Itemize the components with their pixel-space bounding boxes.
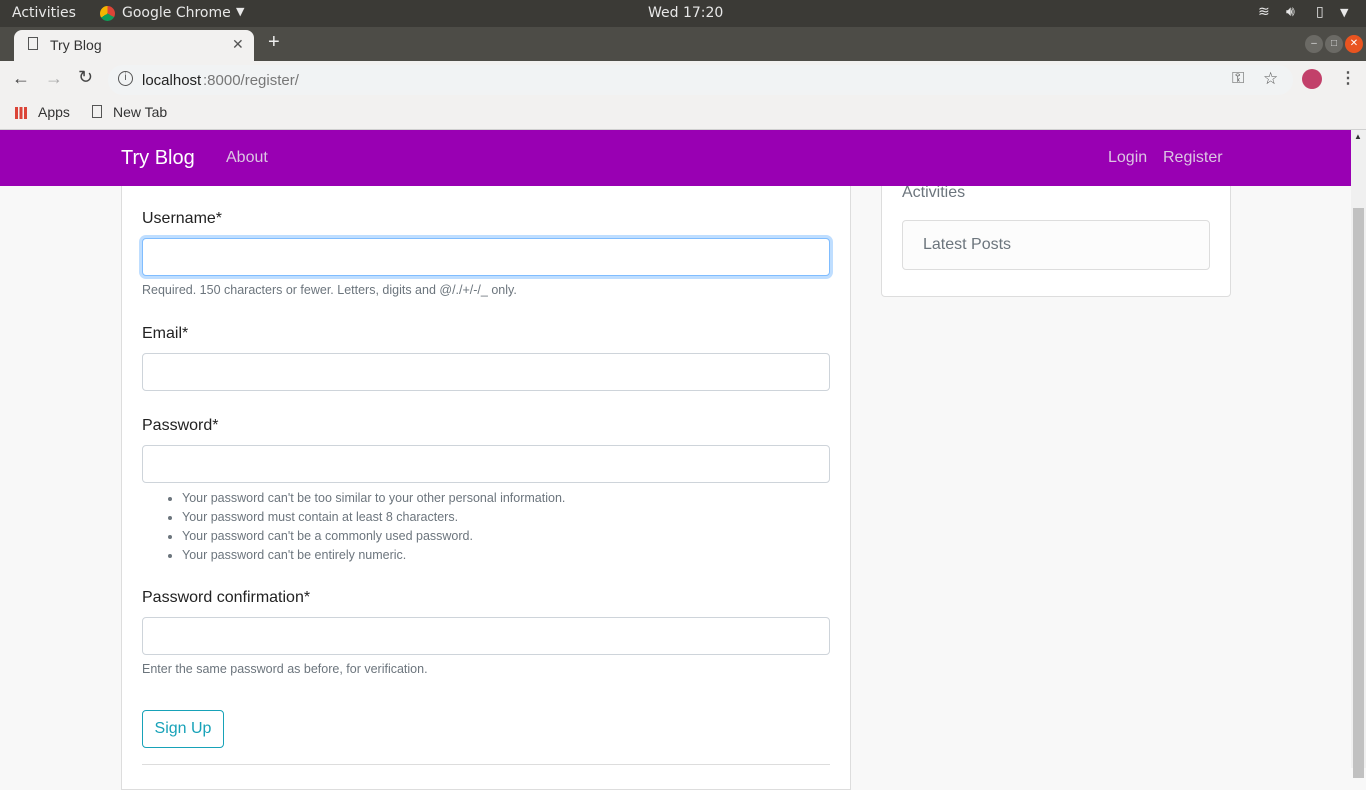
password-confirm-input[interactable] [142,617,830,655]
latest-posts-label: Latest Posts [923,236,1012,253]
back-icon[interactable]: ← [12,68,30,89]
chevron-down-icon: ▼ [236,5,245,18]
site-navbar: Try Blog About Login Register [0,130,1351,186]
forward-icon[interactable]: → [45,68,63,89]
close-tab-icon[interactable]: ✕ [232,36,244,53]
menu-icon[interactable]: ⋮ [1340,68,1356,88]
chrome-icon [100,6,115,21]
nav-about[interactable]: About [226,149,268,167]
clock[interactable]: Wed 17:20 [648,5,723,21]
url-path: :8000/register/ [203,72,299,89]
apps-icon [15,107,27,119]
username-help: Required. 150 characters or fewer. Lette… [142,283,517,297]
close-window-icon[interactable]: ✕ [1345,35,1363,53]
maximize-icon[interactable]: □ [1325,35,1343,53]
system-menu-icon[interactable]: ▼ [1340,6,1348,19]
scrollbar-thumb[interactable] [1353,208,1364,778]
latest-posts-item[interactable]: Latest Posts [902,220,1210,270]
volume-icon[interactable]: 🔊︎ [1286,4,1295,20]
divider [142,764,830,765]
star-icon[interactable]: ☆ [1263,69,1278,89]
battery-icon[interactable]: ▯ [1316,4,1324,20]
info-icon[interactable]: i [118,71,133,86]
wifi-icon[interactable]: ≋ [1258,4,1270,20]
os-top-bar: Activities Google Chrome ▼ Wed 17:20 ≋ 🔊… [0,0,1366,27]
avatar[interactable] [1302,69,1322,89]
tab-strip: Try Blog ✕ + – □ ✕ [0,27,1366,61]
username-input[interactable] [142,238,830,276]
tab-try-blog[interactable]: Try Blog ✕ [14,30,254,61]
email-label: Email* [142,325,189,342]
url-host: localhost [142,72,202,89]
bookmarks-bar: Apps New Tab [0,98,1366,130]
sidebar-heading: Activities [902,184,966,201]
activities-button[interactable]: Activities [12,5,76,21]
reload-icon[interactable]: ↻ [78,67,93,88]
password-rule: Your password can't be a commonly used p… [182,527,565,546]
sign-up-button[interactable]: Sign Up [142,710,224,748]
bookmark-apps[interactable]: Apps [38,104,70,120]
page-icon [28,37,38,50]
confirm-label: Password confirmation* [142,589,311,606]
bookmark-new-tab[interactable]: New Tab [113,104,167,120]
page-icon [92,105,102,118]
email-input[interactable] [142,353,830,391]
tab-title: Try Blog [50,37,102,53]
password-rule: Your password can't be too similar to yo… [182,489,565,508]
minimize-icon[interactable]: – [1305,35,1323,53]
password-input[interactable] [142,445,830,483]
app-menu[interactable]: Google Chrome [122,5,231,21]
username-label: Username* [142,210,223,227]
brand-link[interactable]: Try Blog [121,147,195,170]
password-label: Password* [142,417,219,434]
password-rules: Your password can't be too similar to yo… [182,489,565,565]
nav-login[interactable]: Login [1108,149,1147,167]
browser-toolbar: ← → ↻ i localhost :8000/register/ ⚿ ☆ ⋮ [0,61,1366,98]
confirm-help: Enter the same password as before, for v… [142,662,428,676]
scroll-up-icon[interactable]: ▲ [1354,132,1362,141]
password-rule: Your password must contain at least 8 ch… [182,508,565,527]
page-scrollbar[interactable]: ▲ [1351,130,1366,778]
register-form-card: Username* Required. 150 characters or fe… [121,150,851,790]
password-rule: Your password can't be entirely numeric. [182,546,565,565]
nav-register[interactable]: Register [1163,149,1223,167]
new-tab-icon[interactable]: + [268,31,280,54]
address-bar[interactable]: i localhost :8000/register/ ⚿ ☆ [108,65,1293,95]
key-icon[interactable]: ⚿ [1232,70,1244,88]
